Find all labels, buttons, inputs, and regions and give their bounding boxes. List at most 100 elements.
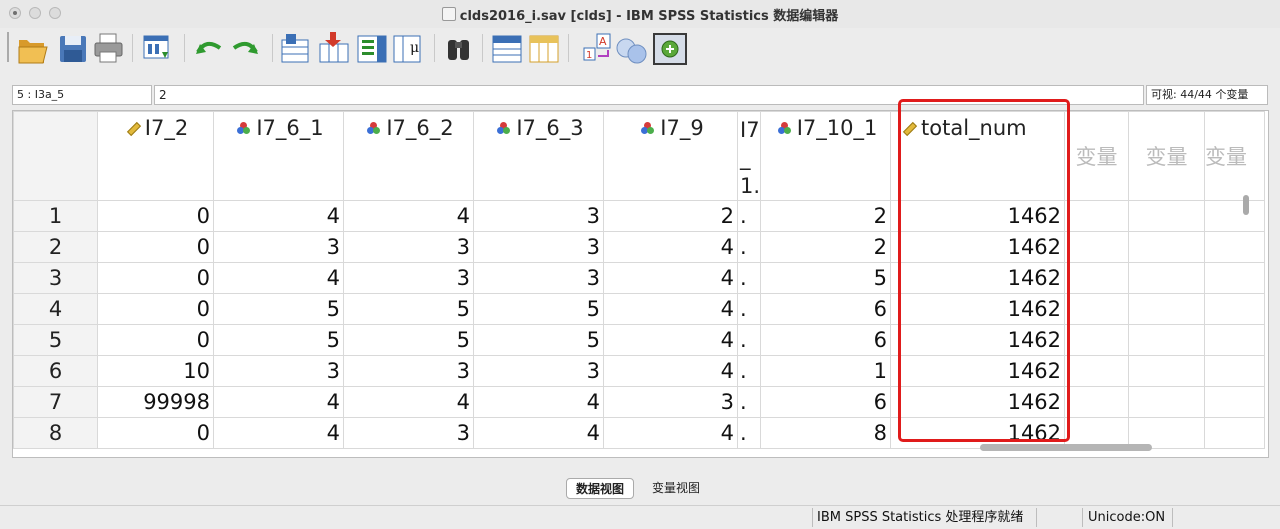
empty-cell[interactable] <box>1064 231 1130 263</box>
data-cell[interactable]: 3 <box>343 355 474 387</box>
data-cell[interactable]: 1462 <box>890 324 1066 356</box>
data-cell[interactable]: 5 <box>343 324 474 356</box>
open-icon[interactable] <box>18 40 48 64</box>
run-descriptives-icon[interactable]: μ <box>393 35 421 63</box>
select-cases-icon[interactable] <box>616 38 647 64</box>
empty-cell[interactable] <box>1064 200 1130 232</box>
data-cell[interactable]: 3 <box>473 231 604 263</box>
cell-value-input[interactable]: 2 <box>154 85 1144 105</box>
data-cell[interactable]: 4 <box>473 417 604 449</box>
data-cell[interactable]: 0 <box>97 417 214 449</box>
data-cell[interactable]: . <box>736 386 762 418</box>
row-number[interactable]: 1 <box>13 200 98 232</box>
data-cell[interactable]: 4 <box>603 231 738 263</box>
split-file-icon[interactable]: 1 A <box>583 33 611 61</box>
empty-cell[interactable] <box>1128 386 1206 418</box>
empty-cell[interactable] <box>1128 293 1206 325</box>
data-cell[interactable]: 6 <box>760 293 892 325</box>
data-cell[interactable]: 3 <box>213 231 344 263</box>
goto-case-icon[interactable] <box>281 34 309 63</box>
data-cell[interactable]: 3 <box>473 355 604 387</box>
row-number[interactable]: 2 <box>13 231 98 263</box>
data-cell[interactable]: . <box>736 231 762 263</box>
data-cell[interactable]: . <box>736 200 762 232</box>
data-cell[interactable]: 3 <box>343 231 474 263</box>
column-header[interactable]: I7_2 <box>97 111 214 201</box>
data-cell[interactable]: . <box>736 293 762 325</box>
row-number[interactable]: 5 <box>13 324 98 356</box>
data-cell[interactable]: 3 <box>603 386 738 418</box>
empty-cell[interactable] <box>1204 417 1266 449</box>
data-cell[interactable]: 5 <box>343 293 474 325</box>
empty-cell[interactable] <box>1204 355 1266 387</box>
data-cell[interactable]: 4 <box>213 386 344 418</box>
data-cell[interactable]: 5 <box>473 324 604 356</box>
empty-cell[interactable] <box>1128 262 1206 294</box>
empty-cell[interactable] <box>1064 293 1130 325</box>
data-cell[interactable]: 0 <box>97 200 214 232</box>
empty-cell[interactable] <box>1204 262 1266 294</box>
data-cell[interactable]: 3 <box>213 355 344 387</box>
data-cell[interactable]: 1462 <box>890 293 1066 325</box>
column-header[interactable]: I7_10_1 <box>760 111 892 201</box>
empty-cell[interactable] <box>1128 231 1206 263</box>
data-cell[interactable]: 1462 <box>890 355 1066 387</box>
row-number[interactable]: 4 <box>13 293 98 325</box>
column-header-total-num[interactable]: total_num <box>890 111 1066 201</box>
data-cell[interactable]: 3 <box>473 200 604 232</box>
empty-cell[interactable] <box>1128 324 1206 356</box>
corner-cell[interactable] <box>13 111 98 201</box>
column-header[interactable]: I7_9 <box>603 111 738 201</box>
row-number[interactable]: 6 <box>13 355 98 387</box>
empty-cell[interactable] <box>1128 200 1206 232</box>
variables-icon[interactable] <box>357 35 387 63</box>
data-cell[interactable]: 1462 <box>890 200 1066 232</box>
data-cell[interactable]: . <box>736 262 762 294</box>
data-cell[interactable]: 4 <box>603 262 738 294</box>
data-cell[interactable]: . <box>736 324 762 356</box>
data-cell[interactable]: 1 <box>760 355 892 387</box>
empty-column-header[interactable]: 变量 <box>1128 111 1206 201</box>
goto-variable-icon[interactable] <box>319 32 349 63</box>
data-cell[interactable]: 4 <box>603 417 738 449</box>
empty-cell[interactable] <box>1064 386 1130 418</box>
insert-cases-icon[interactable] <box>492 35 522 63</box>
find-icon[interactable] <box>448 40 469 60</box>
data-cell[interactable]: 1462 <box>890 386 1066 418</box>
data-cell[interactable]: 1462 <box>890 262 1066 294</box>
empty-cell[interactable] <box>1204 293 1266 325</box>
tab-data-view[interactable]: 数据视图 <box>566 478 634 499</box>
empty-cell[interactable] <box>1064 355 1130 387</box>
data-cell[interactable]: 8 <box>760 417 892 449</box>
data-cell[interactable]: 4 <box>213 200 344 232</box>
row-number[interactable]: 7 <box>13 386 98 418</box>
data-cell[interactable]: 99998 <box>97 386 214 418</box>
value-labels-icon[interactable] <box>653 33 687 65</box>
insert-variable-icon[interactable] <box>529 35 559 63</box>
save-icon[interactable] <box>60 36 86 62</box>
data-cell[interactable]: 1462 <box>890 231 1066 263</box>
data-cell[interactable]: 5 <box>213 293 344 325</box>
data-cell[interactable]: 4 <box>213 262 344 294</box>
data-cell[interactable]: 4 <box>603 324 738 356</box>
data-cell[interactable]: 5 <box>473 293 604 325</box>
empty-column-header[interactable]: 变量 <box>1064 111 1130 201</box>
data-cell[interactable]: 0 <box>97 231 214 263</box>
data-cell[interactable]: 0 <box>97 293 214 325</box>
empty-column-header[interactable]: 变量 <box>1204 111 1266 201</box>
empty-cell[interactable] <box>1204 386 1266 418</box>
data-cell[interactable]: 2 <box>603 200 738 232</box>
row-number[interactable]: 3 <box>13 262 98 294</box>
empty-cell[interactable] <box>1064 324 1130 356</box>
data-cell[interactable]: 4 <box>213 417 344 449</box>
data-cell[interactable]: . <box>736 417 762 449</box>
column-header[interactable]: I7_6_1 <box>213 111 344 201</box>
data-cell[interactable]: 5 <box>760 262 892 294</box>
data-cell[interactable]: 6 <box>760 324 892 356</box>
data-cell[interactable]: 3 <box>343 262 474 294</box>
data-cell[interactable]: 6 <box>760 386 892 418</box>
column-header[interactable]: I7_1. <box>736 111 762 201</box>
empty-cell[interactable] <box>1204 324 1266 356</box>
data-cell[interactable]: 2 <box>760 231 892 263</box>
data-cell[interactable]: 0 <box>97 262 214 294</box>
